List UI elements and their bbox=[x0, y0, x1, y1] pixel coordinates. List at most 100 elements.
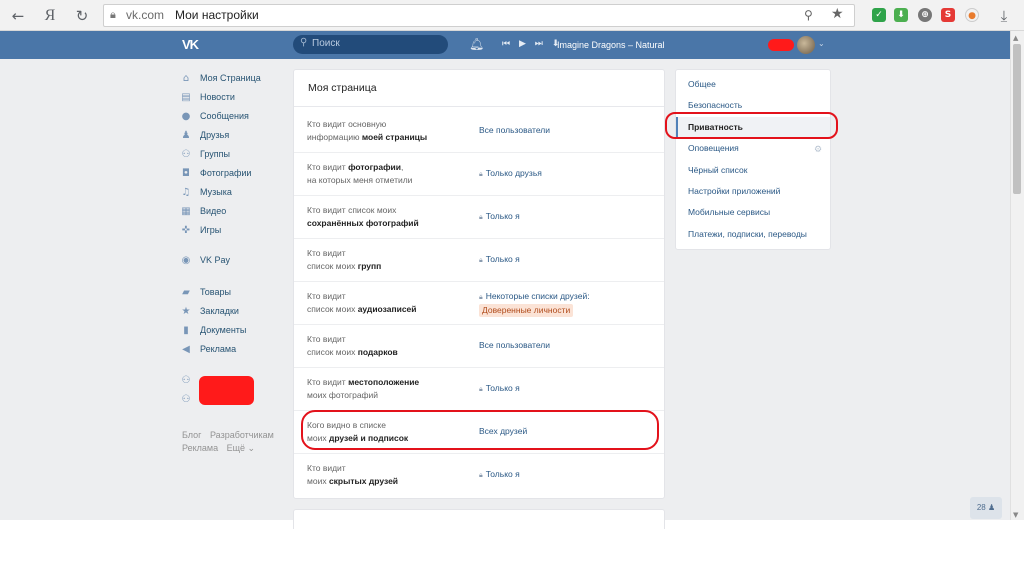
star-icon: ★ bbox=[181, 306, 191, 317]
address-page-title: Мои настройки bbox=[175, 8, 259, 22]
bell-icon[interactable]: 🔔︎ bbox=[469, 37, 484, 51]
sidebar-item-label: VK Pay bbox=[200, 255, 231, 265]
card-title: Моя страница bbox=[308, 82, 377, 94]
sidebar-item-vkpay[interactable]: ◉ VK Pay bbox=[180, 252, 285, 271]
sidebar-item-friends[interactable]: ♟ Друзья bbox=[180, 127, 285, 146]
privacy-row: Кто видит список моих групп 🔒︎ Только я bbox=[294, 239, 664, 282]
person-icon: ♟ bbox=[987, 503, 996, 512]
chevron-down-icon[interactable]: ⌄ bbox=[818, 39, 825, 48]
menu-item-blacklist[interactable]: Чёрный список bbox=[676, 160, 830, 181]
gear-icon[interactable]: ⚙ bbox=[814, 145, 822, 155]
player-controls: ⏮ ▶ ⏭ ⬇ bbox=[502, 39, 559, 49]
sidebar-item-documents[interactable]: ▮ Документы bbox=[180, 322, 285, 341]
scroll-down-arrow-icon[interactable]: ▼ bbox=[1013, 511, 1018, 519]
search-placeholder: Поиск bbox=[312, 38, 340, 49]
sidebar-item-ads[interactable]: ◀ Реклама bbox=[180, 341, 285, 360]
privacy-question: Кто видит список моих сохранённых фотогра… bbox=[307, 205, 419, 228]
scrollbar-thumb[interactable] bbox=[1013, 44, 1021, 194]
yandex-icon[interactable]: Я bbox=[41, 7, 59, 25]
sidebar-item-label: Моя Страница bbox=[200, 73, 261, 83]
menu-item-label: Мобильные сервисы bbox=[688, 207, 771, 217]
group-icon: ⚇ bbox=[181, 149, 191, 160]
privacy-question: Кто видит список моих аудиозаписей bbox=[307, 291, 417, 314]
document-icon: ▮ bbox=[183, 325, 189, 336]
sidebar-item-bookmarks[interactable]: ★ Закладки bbox=[180, 303, 285, 322]
privacy-value-link[interactable]: Все пользователи bbox=[479, 339, 659, 352]
sidebar-item-my-page[interactable]: ⌂ Моя Страница bbox=[180, 70, 285, 89]
sidebar-item-label: Музыка bbox=[200, 187, 232, 197]
sidebar-item-label: Группы bbox=[200, 149, 230, 159]
privacy-row: Кто видит список моих подарков Все пользо… bbox=[294, 325, 664, 368]
menu-item-general[interactable]: Общее bbox=[676, 74, 830, 95]
browser-toolbar: ← Я ↻ 🔒︎ vk.com Мои настройки ⚲ ★ ✓ ⬇ ⊕ … bbox=[0, 0, 1024, 31]
camera-icon: ◘ bbox=[182, 168, 190, 179]
sidebar-item-label: Сообщения bbox=[200, 111, 249, 121]
scroll-up-arrow-icon[interactable]: ▲ bbox=[1013, 34, 1018, 42]
address-bar[interactable]: 🔒︎ vk.com Мои настройки ⚲ ★ bbox=[103, 4, 855, 27]
sidebar-item-photos[interactable]: ◘ Фотографии bbox=[180, 165, 285, 184]
sidebar-item-goods[interactable]: ▰ Товары bbox=[180, 284, 285, 303]
privacy-value-link[interactable]: 🔒︎ Только я bbox=[479, 253, 659, 267]
download-extension-icon[interactable]: ⬇ bbox=[894, 8, 908, 22]
privacy-value-link[interactable]: 🔒︎ Только я bbox=[479, 210, 659, 224]
globe-extension-icon[interactable]: ⊕ bbox=[918, 8, 932, 22]
privacy-value-link[interactable]: Все пользователи bbox=[479, 124, 659, 137]
menu-item-payments[interactable]: Платежи, подписки, переводы bbox=[676, 224, 830, 245]
search-input[interactable]: ⚲ Поиск bbox=[293, 35, 448, 54]
menu-item-app-settings[interactable]: Настройки приложений bbox=[676, 181, 830, 202]
online-friends-badge[interactable]: 28 ♟ bbox=[970, 497, 1002, 519]
sidebar-item-label: Друзья bbox=[200, 130, 230, 140]
sidebar-item-news[interactable]: ▤ Новости bbox=[180, 89, 285, 108]
sidebar-item-label: Товары bbox=[200, 287, 231, 297]
privacy-row: Кто видит список моих сохранённых фотогра… bbox=[294, 196, 664, 239]
footer-link-more[interactable]: Ещё ⌄ bbox=[227, 443, 255, 453]
previous-track-icon[interactable]: ⏮ bbox=[502, 39, 510, 49]
person-icon: ♟ bbox=[181, 130, 191, 141]
privacy-value-link[interactable]: 🔒︎ Только я bbox=[479, 382, 659, 396]
sidebar-item-games[interactable]: ✜ Игры bbox=[180, 222, 285, 241]
menu-item-notifications[interactable]: Оповещения bbox=[676, 138, 830, 159]
sidebar-item-video[interactable]: ▦ Видео bbox=[180, 203, 285, 222]
ext-circle-icon[interactable]: ● bbox=[965, 8, 979, 22]
address-domain: vk.com bbox=[126, 8, 165, 22]
avatar[interactable] bbox=[797, 36, 815, 54]
sidebar-item-music[interactable]: ♫ Музыка bbox=[180, 184, 285, 203]
shield-extension-icon[interactable]: ✓ bbox=[872, 8, 886, 22]
privacy-row: Кто видит моих скрытых друзей 🔒︎ Только я bbox=[294, 454, 664, 497]
music-icon: ♫ bbox=[181, 187, 191, 198]
menu-item-label: Настройки приложений bbox=[688, 186, 781, 196]
privacy-value-link[interactable]: 🔒︎ Только я bbox=[479, 468, 659, 482]
footer-link-developers[interactable]: Разработчикам bbox=[210, 430, 274, 440]
sidebar-item-label: Новости bbox=[200, 92, 235, 102]
reload-icon[interactable]: ↻ bbox=[73, 7, 91, 25]
sidebar-item-messages[interactable]: ● Сообщения bbox=[180, 108, 285, 127]
privacy-row: Кто видит местоположение моих фотографий … bbox=[294, 368, 664, 411]
next-settings-card bbox=[293, 509, 665, 529]
next-track-icon[interactable]: ⏭ bbox=[535, 39, 543, 49]
sidebar-item-label: Документы bbox=[200, 325, 247, 335]
vk-logo[interactable]: VK bbox=[182, 37, 199, 52]
menu-item-mobile-services[interactable]: Мобильные сервисы bbox=[676, 202, 830, 223]
gamepad-icon: ✜ bbox=[181, 225, 191, 236]
megaphone-icon: ◀ bbox=[182, 344, 190, 355]
play-icon[interactable]: ▶ bbox=[519, 39, 526, 49]
footer-link-ads[interactable]: Реклама bbox=[182, 443, 218, 453]
sidebar-item-groups[interactable]: ⚇ Группы bbox=[180, 146, 285, 165]
sidebar-item-label: Фотографии bbox=[200, 168, 252, 178]
privacy-row: Кто видит фотографии, на которых меня отм… bbox=[294, 153, 664, 196]
privacy-value-link[interactable]: 🔒︎ Некоторые списки друзей: Доверенные лич… bbox=[479, 290, 659, 317]
privacy-value-link[interactable]: 🔒︎ Только друзья bbox=[479, 167, 659, 181]
back-icon[interactable]: ← bbox=[9, 7, 27, 25]
lock-icon: 🔒︎ bbox=[479, 214, 483, 221]
search-icon: ⚲ bbox=[300, 37, 308, 48]
download-icon[interactable]: ⤓ bbox=[995, 7, 1013, 25]
now-playing-track[interactable]: Imagine Dragons – Natural bbox=[557, 40, 665, 50]
bookmark-star-icon[interactable]: ★ bbox=[831, 6, 844, 22]
footer-link-blog[interactable]: Блог bbox=[182, 430, 201, 440]
s-extension-icon[interactable]: S bbox=[941, 8, 955, 22]
lock-icon: 🔒︎ bbox=[479, 294, 483, 301]
redacted-groups bbox=[199, 376, 254, 405]
search-key-icon[interactable]: ⚲ bbox=[804, 8, 813, 22]
privacy-question: Кто видит моих скрытых друзей bbox=[307, 463, 399, 486]
news-icon: ▤ bbox=[181, 92, 191, 103]
